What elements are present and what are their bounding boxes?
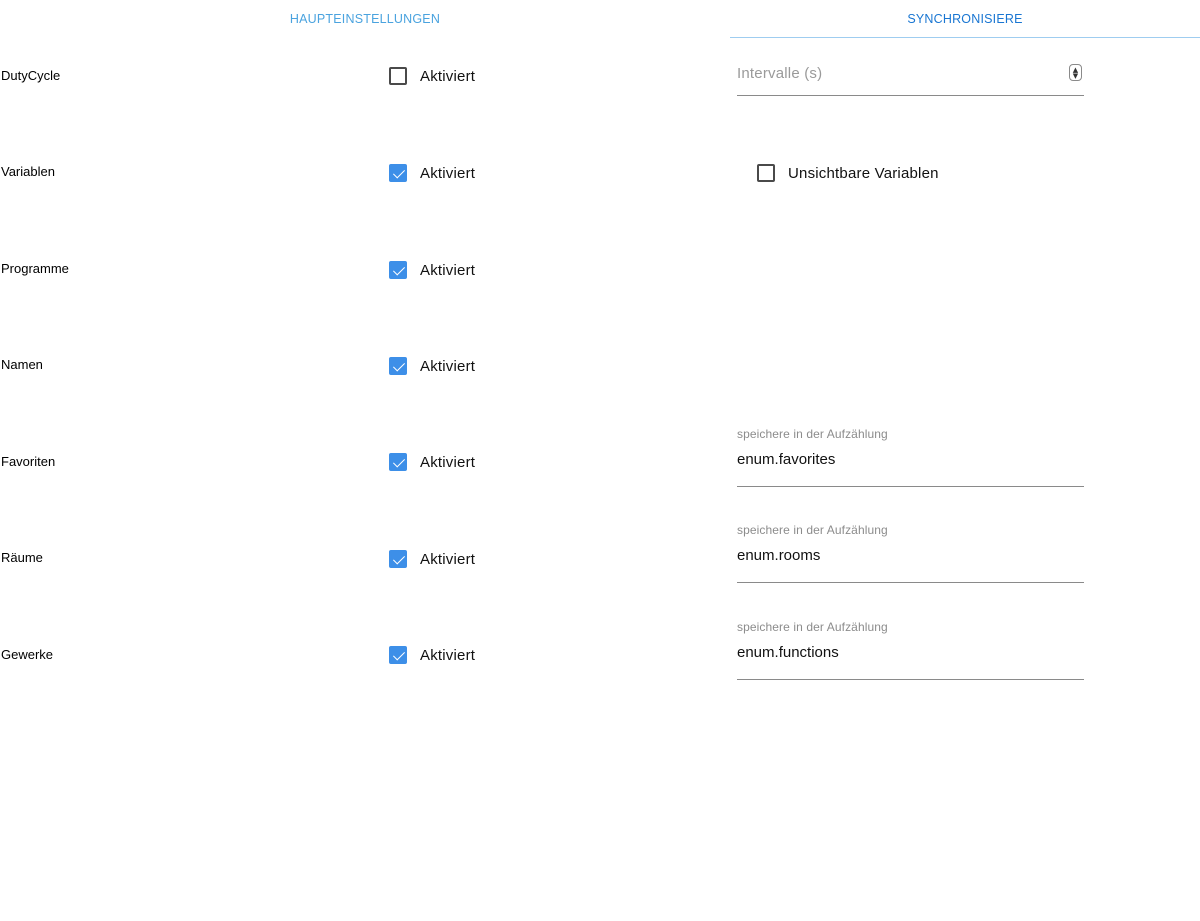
checkbox-icon[interactable] [389,67,407,85]
number-spinner[interactable]: ▲ ▼ [1069,64,1082,81]
enum-functions-caption: speichere in der Aufzählung [737,620,888,634]
tab-main-settings[interactable]: HAUPTEINSTELLUNGEN [0,0,730,38]
variablen-checkbox-label: Aktiviert [420,164,476,182]
dutycycle-label: DutyCycle [1,68,61,83]
checkbox-icon[interactable] [757,164,775,182]
chevron-down-icon[interactable]: ▼ [1073,72,1078,79]
checkbox-icon[interactable] [389,164,407,182]
checkbox-icon[interactable] [389,261,407,279]
raeume-label: Räume [1,550,43,565]
checkbox-icon[interactable] [389,453,407,471]
interval-field: ▲ ▼ [737,56,1084,96]
variablen-label: Variablen [1,164,55,179]
favoriten-checkbox-label: Aktiviert [420,453,476,471]
invisible-variables-label: Unsichtbare Variablen [788,164,939,182]
programme-label: Programme [1,261,69,276]
namen-label: Namen [1,357,43,372]
enum-favorites-field: speichere in der Aufzählung [737,427,1084,487]
variablen-checkbox[interactable]: Aktiviert [389,164,475,182]
tab-synchronize-label: SYNCHRONISIERE [907,11,1023,26]
dutycycle-checkbox[interactable]: Aktiviert [389,67,475,85]
namen-checkbox-label: Aktiviert [420,357,476,375]
gewerke-checkbox[interactable]: Aktiviert [389,646,475,664]
raeume-checkbox-label: Aktiviert [420,550,476,568]
programme-checkbox-label: Aktiviert [420,261,476,279]
programme-checkbox[interactable]: Aktiviert [389,261,475,279]
checkbox-icon[interactable] [389,646,407,664]
checkbox-icon[interactable] [389,550,407,568]
tab-main-settings-label: HAUPTEINSTELLUNGEN [289,12,441,26]
settings-page: HAUPTEINSTELLUNGEN SYNCHRONISIERE DutyCy… [0,0,1200,921]
enum-functions-field: speichere in der Aufzählung [737,620,1084,680]
checkbox-icon[interactable] [389,357,407,375]
enum-favorites-caption: speichere in der Aufzählung [737,427,888,441]
gewerke-checkbox-label: Aktiviert [420,646,476,664]
enum-rooms-input[interactable] [737,543,1077,567]
favoriten-checkbox[interactable]: Aktiviert [389,453,475,471]
namen-checkbox[interactable]: Aktiviert [389,357,475,375]
dutycycle-checkbox-label: Aktiviert [420,67,476,85]
gewerke-label: Gewerke [1,647,54,662]
favoriten-label: Favoriten [1,454,56,469]
tab-synchronize[interactable]: SYNCHRONISIERE [730,0,1200,38]
enum-favorites-input[interactable] [737,447,1077,471]
raeume-checkbox[interactable]: Aktiviert [389,550,475,568]
invisible-variables-checkbox[interactable]: Unsichtbare Variablen [757,164,939,182]
enum-functions-input[interactable] [737,640,1077,664]
enum-rooms-caption: speichere in der Aufzählung [737,523,888,537]
enum-rooms-field: speichere in der Aufzählung [737,523,1084,583]
interval-input[interactable] [737,60,1057,86]
